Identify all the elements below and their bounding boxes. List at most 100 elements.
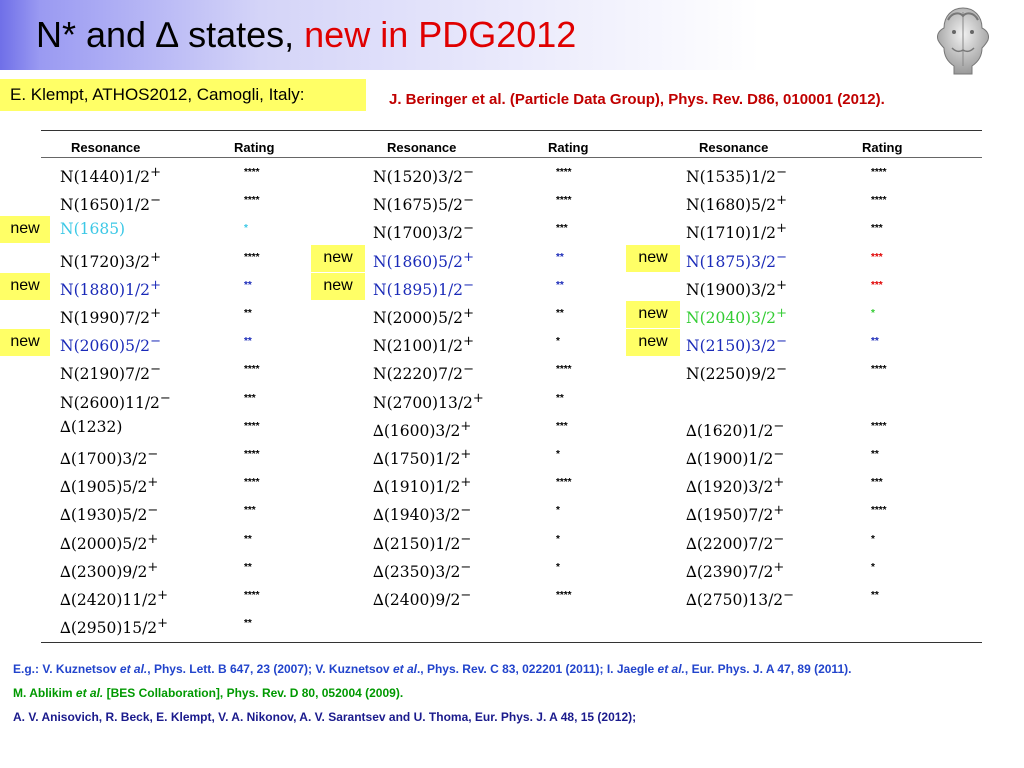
resonance-rating: **** [556, 195, 572, 207]
col3-resonance-header: Resonance [699, 140, 769, 155]
resonance-name: N(2000)5/2+ [373, 306, 474, 327]
resonance-rating: * [871, 561, 875, 573]
parity-sign: − [147, 503, 159, 519]
resonance-rating: **** [871, 167, 887, 178]
reference-segment: , Eur. Phys. J. A 47, 89 (2011). [684, 662, 852, 676]
resonance-name: N(2250)9/2− [686, 362, 787, 384]
reference-segment: [BES Collaboration], Phys. Rev. D 80, 05… [103, 686, 404, 700]
title-main: N* and ∆ states, [36, 14, 305, 55]
resonance-rating: **** [244, 477, 260, 489]
resonance-rating: ** [871, 590, 879, 601]
resonance-name: N(1685) [60, 220, 126, 239]
resonance-rating: * [556, 449, 560, 460]
resonance-rating: **** [556, 477, 572, 489]
parity-sign: + [773, 503, 785, 519]
table-bottom-rule [41, 642, 982, 643]
resonance-rating: **** [244, 167, 260, 178]
resonance-name: N(1675)5/2− [373, 193, 474, 215]
table-header-rule [41, 157, 982, 158]
parity-sign: − [773, 418, 785, 434]
parity-sign: − [463, 221, 474, 237]
col3-rating-header: Rating [862, 140, 903, 155]
parity-sign: − [776, 334, 787, 350]
resonance-name: ∆(2950)15/2+ [60, 616, 169, 638]
resonance-name: N(1895)1/2− [373, 277, 474, 299]
parity-sign: + [460, 447, 472, 462]
parity-sign: − [463, 165, 474, 180]
resonance-rating: * [871, 533, 875, 545]
resonance-rating: * [556, 505, 560, 517]
resonance-rating: **** [556, 590, 572, 601]
resonance-name: N(1440)1/2+ [60, 165, 161, 186]
resonance-name: ∆(2150)1/2− [373, 531, 472, 553]
parity-sign: + [463, 334, 474, 350]
reference-segment: E.g.: V. Kuznetsov [13, 662, 120, 676]
resonance-name: ∆(1930)5/2− [60, 503, 159, 525]
resonance-name: ∆(1900)1/2− [686, 447, 785, 468]
resonance-name: N(1680)5/2+ [686, 193, 787, 215]
resonance-rating: ** [871, 336, 879, 348]
resonance-rating: **** [244, 590, 260, 601]
resonance-rating: **** [244, 251, 260, 263]
resonance-name: ∆(2750)13/2− [686, 588, 795, 609]
parity-sign: + [460, 418, 472, 434]
resonance-rating: *** [871, 279, 883, 291]
author-box: E. Klempt, ATHOS2012, Camogli, Italy: [0, 79, 366, 111]
resonance-rating: **** [871, 505, 887, 517]
title-highlight: new in PDG2012 [304, 14, 577, 55]
resonance-name: ∆(2300)9/2+ [60, 559, 159, 581]
resonance-rating: ** [556, 392, 564, 404]
resonance-rating: ** [556, 308, 564, 319]
resonance-rating: *** [244, 392, 256, 404]
parity-sign: + [776, 306, 787, 321]
parity-sign: + [150, 249, 161, 265]
resonance-name: N(1520)3/2− [373, 165, 474, 186]
new-badge: new [0, 272, 50, 300]
resonance-name: N(2190)7/2− [60, 362, 161, 384]
resonance-name: ∆(1940)3/2− [373, 503, 472, 525]
resonance-name: ∆(2390)7/2+ [686, 559, 785, 581]
parity-sign: + [147, 475, 159, 491]
parity-sign: − [150, 362, 161, 378]
new-badge: new [626, 329, 680, 357]
resonance-rating: *** [871, 223, 883, 235]
parity-sign: + [157, 616, 169, 632]
parity-sign: + [150, 277, 161, 293]
resonance-name: N(2100)1/2+ [373, 334, 474, 356]
parity-sign: − [460, 588, 472, 603]
resonance-rating: * [556, 561, 560, 573]
parity-sign: + [463, 249, 474, 265]
parity-sign: − [776, 165, 787, 180]
resonance-name: N(2040)3/2+ [686, 306, 787, 327]
pdg-reference: J. Beringer et al. (Particle Data Group)… [389, 91, 885, 108]
new-badge: new [0, 329, 50, 357]
resonance-name: ∆(1950)7/2+ [686, 503, 785, 525]
parity-sign: − [147, 447, 159, 462]
resonance-rating: * [556, 336, 560, 348]
janus-head-icon [937, 7, 989, 75]
reference-segment: et al. [657, 662, 685, 676]
resonance-name: N(2600)11/2− [60, 390, 171, 412]
reference-segment: M. Ablikim [13, 686, 76, 700]
resonance-name: ∆(2420)11/2+ [60, 588, 169, 609]
resonance-rating: **** [871, 195, 887, 207]
parity-sign: − [150, 193, 161, 209]
resonance-name: N(2700)13/2+ [373, 390, 484, 412]
resonance-name: N(2150)3/2− [686, 334, 787, 356]
resonance-rating: **** [871, 364, 887, 376]
resonance-name: ∆(1750)1/2+ [373, 447, 472, 468]
resonance-rating: **** [244, 420, 260, 432]
parity-sign: + [776, 277, 787, 293]
parity-sign: − [773, 447, 785, 462]
reference-segment: , Phys. Lett. B 647, 23 (2007); V. Kuzne… [147, 662, 393, 676]
new-badge: new [0, 216, 50, 244]
parity-sign: − [776, 362, 787, 378]
resonance-rating: ** [244, 618, 252, 630]
table-top-rule [41, 130, 982, 131]
resonance-name: N(1880)1/2+ [60, 277, 161, 299]
resonance-rating: * [556, 533, 560, 545]
resonance-rating: ** [244, 308, 252, 319]
resonance-rating: * [871, 308, 875, 319]
parity-sign: − [159, 390, 171, 406]
resonance-name: N(1860)5/2+ [373, 249, 474, 271]
